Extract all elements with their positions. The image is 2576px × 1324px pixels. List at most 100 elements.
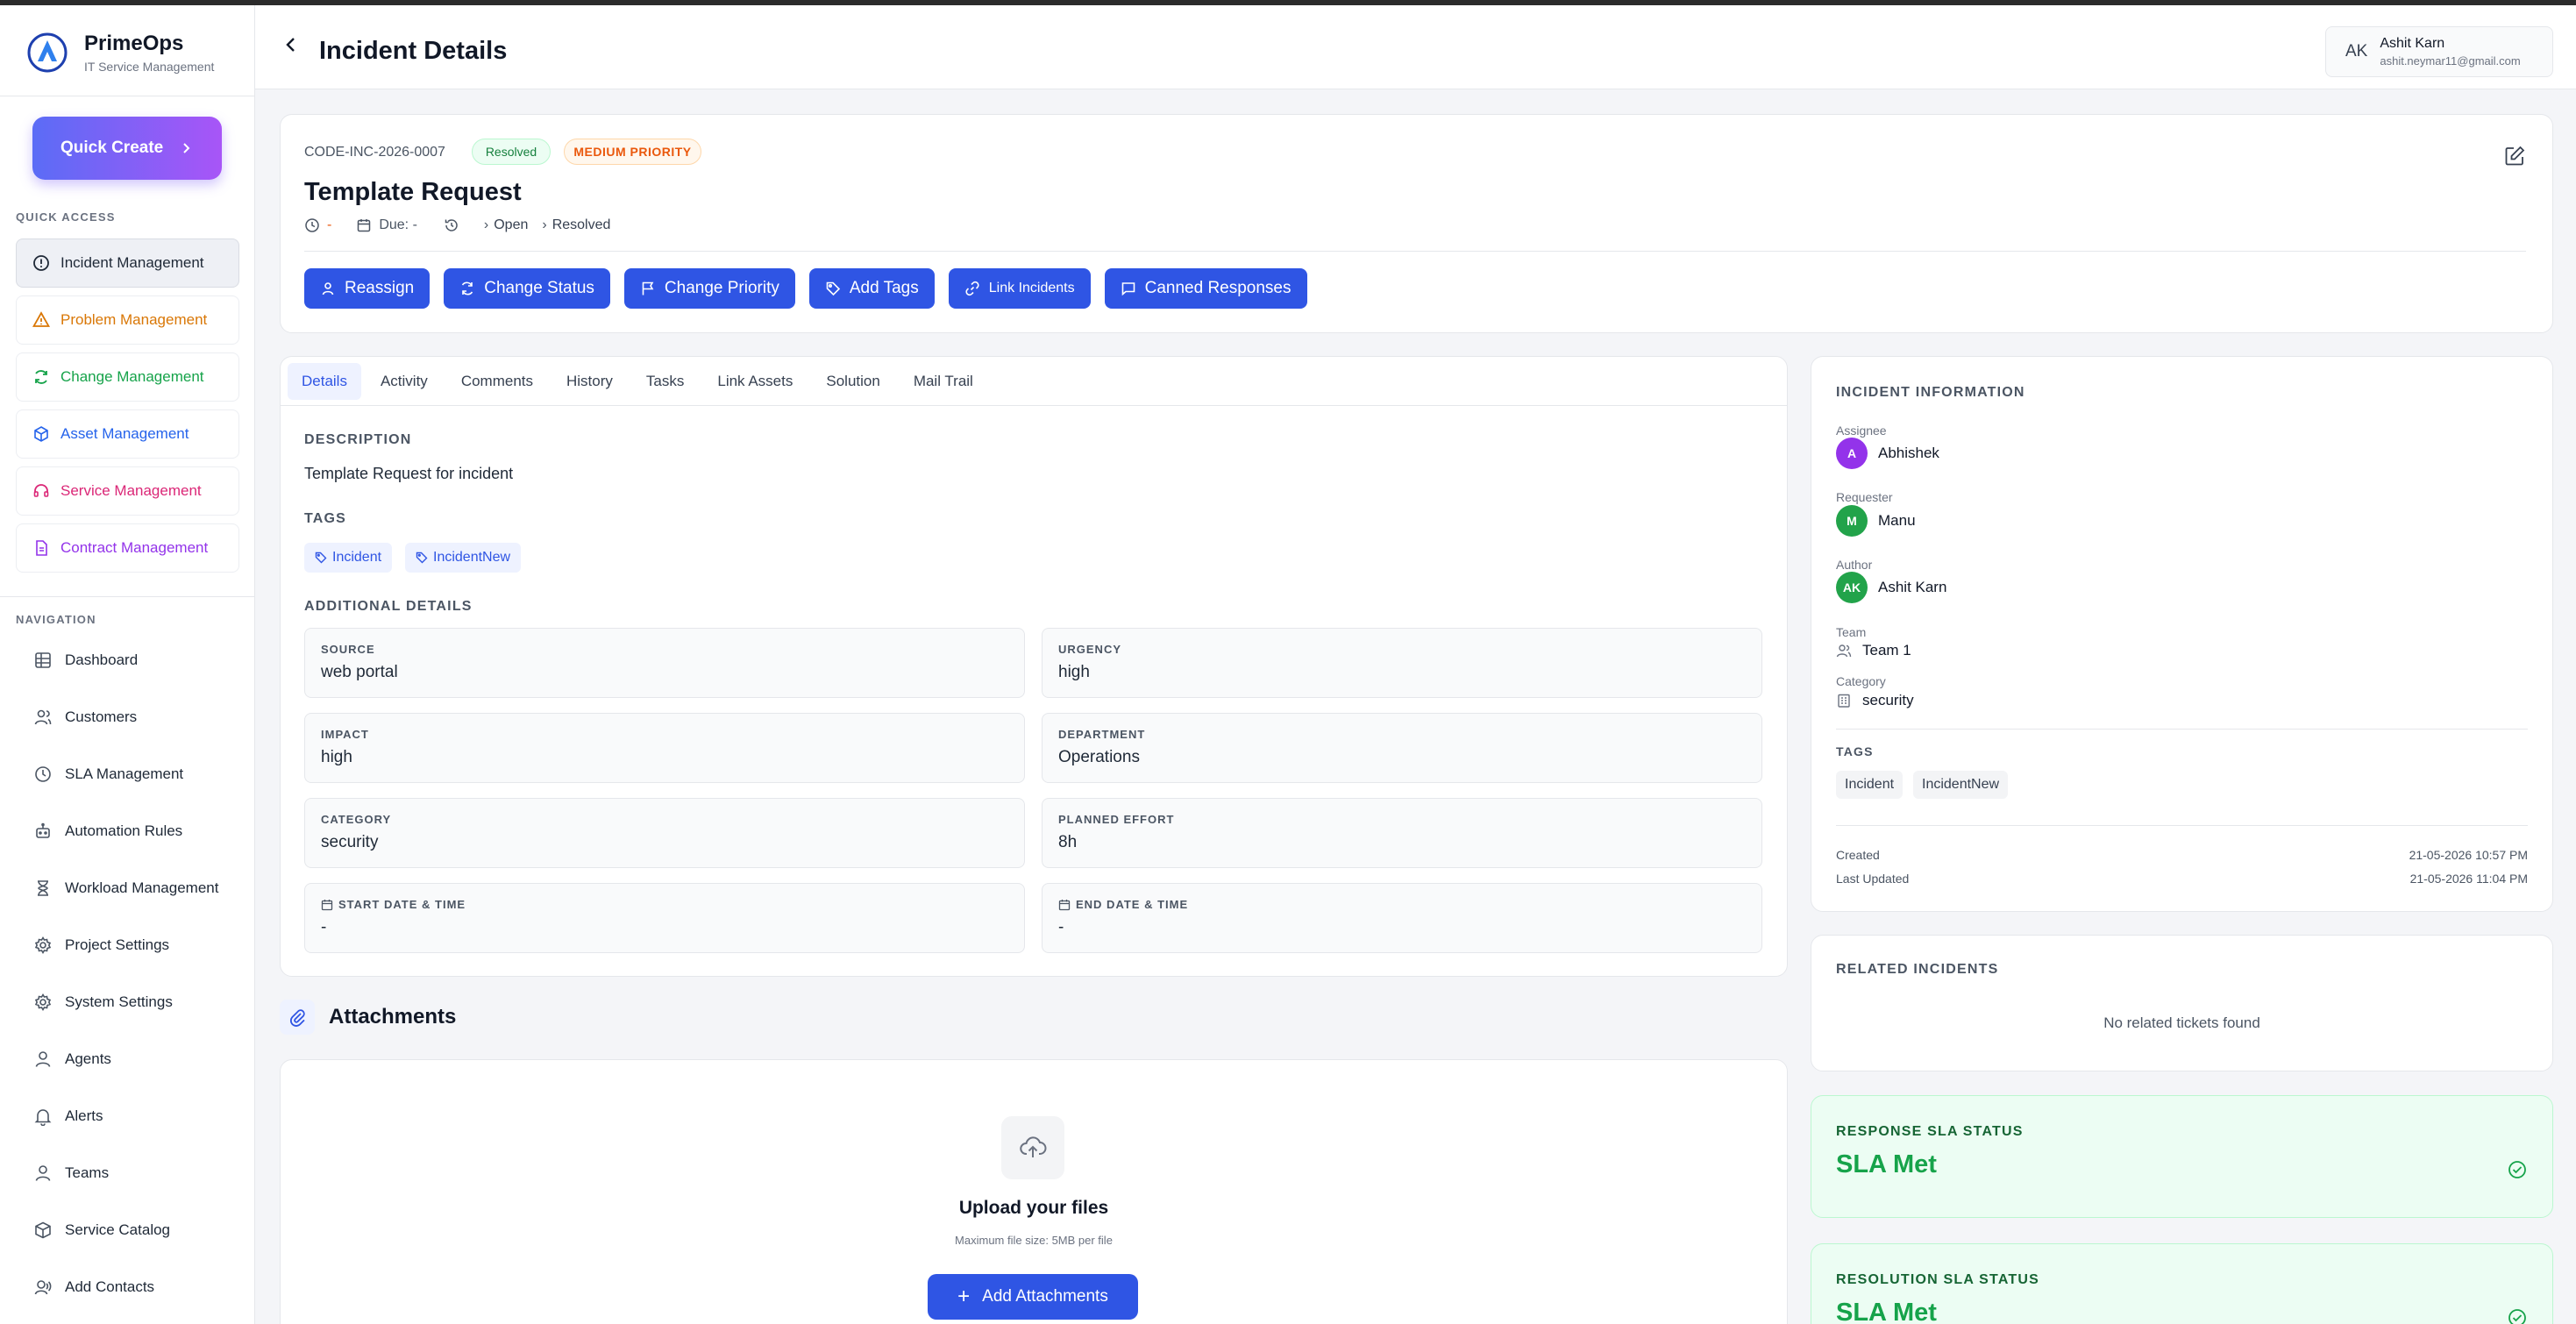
sidebar-item-change-management[interactable]: Change Management xyxy=(16,352,239,402)
tab-activity[interactable]: Activity xyxy=(366,363,442,400)
related-incidents-title: RELATED INCIDENTS xyxy=(1836,962,1999,977)
nav-item-customers[interactable]: Customers xyxy=(16,695,239,739)
nav-item-service-catalog[interactable]: Service Catalog xyxy=(16,1208,239,1252)
field-label: IMPACT xyxy=(321,728,369,741)
upload-dropzone[interactable]: Upload your files Maximum file size: 5MB… xyxy=(280,1059,1788,1324)
tab-tasks[interactable]: Tasks xyxy=(632,363,698,400)
author: AK Ashit Karn xyxy=(1836,572,1946,603)
tab-link-assets[interactable]: Link Assets xyxy=(703,363,807,400)
nav-item-workload-management[interactable]: Workload Management xyxy=(16,866,239,910)
reassign-button[interactable]: Reassign xyxy=(304,268,431,309)
user-icon xyxy=(35,1051,51,1067)
change-priority-button[interactable]: Change Priority xyxy=(623,268,795,309)
tab-mail-trail[interactable]: Mail Trail xyxy=(900,363,987,400)
back-arrow-icon[interactable] xyxy=(278,32,304,58)
field-value: security xyxy=(321,833,379,851)
change-status-button[interactable]: Change Status xyxy=(444,268,610,309)
due-date: Due: - xyxy=(379,217,417,232)
team-name: Team 1 xyxy=(1862,642,1911,658)
quick-create-button[interactable]: Quick Create xyxy=(32,117,222,180)
nav-item-sla-management[interactable]: SLA Management xyxy=(16,752,239,796)
info-divider xyxy=(1836,729,2528,730)
field-label-text: END DATE & TIME xyxy=(1076,898,1189,911)
edit-icon[interactable] xyxy=(2503,145,2526,167)
message-icon xyxy=(1121,282,1135,296)
grid-icon xyxy=(35,652,51,668)
tab-history[interactable]: History xyxy=(552,363,627,400)
card-divider xyxy=(304,251,2526,252)
user-icon xyxy=(322,282,334,295)
tab-solution[interactable]: Solution xyxy=(812,363,893,400)
additional-details-label: ADDITIONAL DETAILS xyxy=(304,599,473,614)
info-tags-label: TAGS xyxy=(1836,744,1874,758)
category-label: Category xyxy=(1836,674,1886,688)
tag-pill[interactable]: Incident xyxy=(304,543,393,573)
sidebar-item-incident-management[interactable]: Incident Management xyxy=(16,238,239,288)
hourglass-icon xyxy=(38,880,48,896)
sidebar-item-service-management[interactable]: Service Management xyxy=(16,466,239,516)
sidebar-item-contract-management[interactable]: Contract Management xyxy=(16,523,239,573)
field-source: SOURCE web portal xyxy=(304,628,1025,698)
link-incidents-button[interactable]: Link Incidents xyxy=(948,268,1091,309)
calendar-icon xyxy=(321,899,333,910)
nav-item-agents[interactable]: Agents xyxy=(16,1037,239,1081)
nav-item-label: Add Contacts xyxy=(65,1278,155,1295)
description-label: DESCRIPTION xyxy=(304,432,412,447)
field-label: START DATE & TIME xyxy=(321,898,1008,911)
sidebar-item-label: Incident Management xyxy=(60,254,204,271)
canned-responses-button[interactable]: Canned Responses xyxy=(1104,268,1307,309)
assignee: A Abhishek xyxy=(1836,438,1939,469)
empty-state: No related tickets found xyxy=(2103,1014,2260,1031)
nav-item-label: Automation Rules xyxy=(65,822,183,839)
navigation-label: NAVIGATION xyxy=(16,613,96,626)
nav-item-dashboard[interactable]: Dashboard xyxy=(16,638,239,682)
avatar: AK xyxy=(1836,572,1868,603)
nav-item-label: Agents xyxy=(65,1050,111,1067)
field-impact: IMPACT high xyxy=(304,713,1025,783)
field-planned-effort: PLANNED EFFORT 8h xyxy=(1042,798,1762,868)
related-incidents-card: RELATED INCIDENTS No related tickets fou… xyxy=(1811,935,2553,1071)
user-initials: AK xyxy=(2345,42,2368,61)
warning-triangle-icon xyxy=(32,311,50,327)
response-sla-value: SLA Met xyxy=(1836,1150,1937,1178)
sidebar-item-asset-management[interactable]: Asset Management xyxy=(16,409,239,459)
nav-item-system-settings[interactable]: System Settings xyxy=(16,980,239,1024)
button-label: Add Tags xyxy=(849,279,919,297)
field-value: 8h xyxy=(1058,833,1078,851)
tab-bar: Details Activity Comments History Tasks … xyxy=(281,357,1787,406)
user-menu[interactable]: AK Ashit Karn ashit.neymar11@gmail.com xyxy=(2325,26,2553,77)
button-label: Add Attachments xyxy=(982,1287,1108,1306)
top-header: Incident Details AK Ashit Karn ashit.ney… xyxy=(255,5,2576,89)
nav-item-project-settings[interactable]: Project Settings xyxy=(16,923,239,967)
upload-title: Upload your files xyxy=(958,1198,1109,1218)
nav-item-teams[interactable]: Teams xyxy=(16,1151,239,1195)
resolution-sla-value: SLA Met xyxy=(1836,1299,1937,1324)
check-circle-icon xyxy=(2508,1309,2526,1324)
user-info: Ashit Karn ashit.neymar11@gmail.com xyxy=(2380,36,2520,68)
field-end-date: END DATE & TIME - xyxy=(1042,883,1762,953)
tab-comments[interactable]: Comments xyxy=(447,363,547,400)
sidebar-item-problem-management[interactable]: Problem Management xyxy=(16,295,239,345)
tab-details[interactable]: Details xyxy=(288,362,361,400)
add-tags-button[interactable]: Add Tags xyxy=(808,268,935,309)
check-circle-icon xyxy=(2508,1161,2526,1178)
tag-label: Incident xyxy=(332,550,382,565)
team-label: Team xyxy=(1836,625,1867,639)
tag-pill: Incident xyxy=(1836,771,1904,799)
status-to: Resolved xyxy=(551,217,611,232)
requester-label: Requester xyxy=(1836,490,1893,504)
resolution-sla-card: RESOLUTION SLA STATUS SLA Met xyxy=(1811,1243,2553,1324)
team: Team 1 xyxy=(1836,642,1911,659)
field-label: END DATE & TIME xyxy=(1058,898,1746,911)
status-badge: Resolved xyxy=(472,139,551,165)
refresh-icon xyxy=(35,370,47,384)
link-icon xyxy=(965,281,979,296)
nav-item-alerts[interactable]: Alerts xyxy=(16,1094,239,1138)
button-label: Link Incidents xyxy=(988,281,1075,295)
description-text: Template Request for incident xyxy=(304,465,514,482)
details-card: Details Activity Comments History Tasks … xyxy=(280,356,1788,977)
add-attachments-button[interactable]: + Add Attachments xyxy=(928,1274,1138,1320)
nav-item-add-contacts[interactable]: Add Contacts xyxy=(16,1265,239,1309)
tag-pill[interactable]: IncidentNew xyxy=(405,543,522,573)
nav-item-automation-rules[interactable]: Automation Rules xyxy=(16,809,239,853)
